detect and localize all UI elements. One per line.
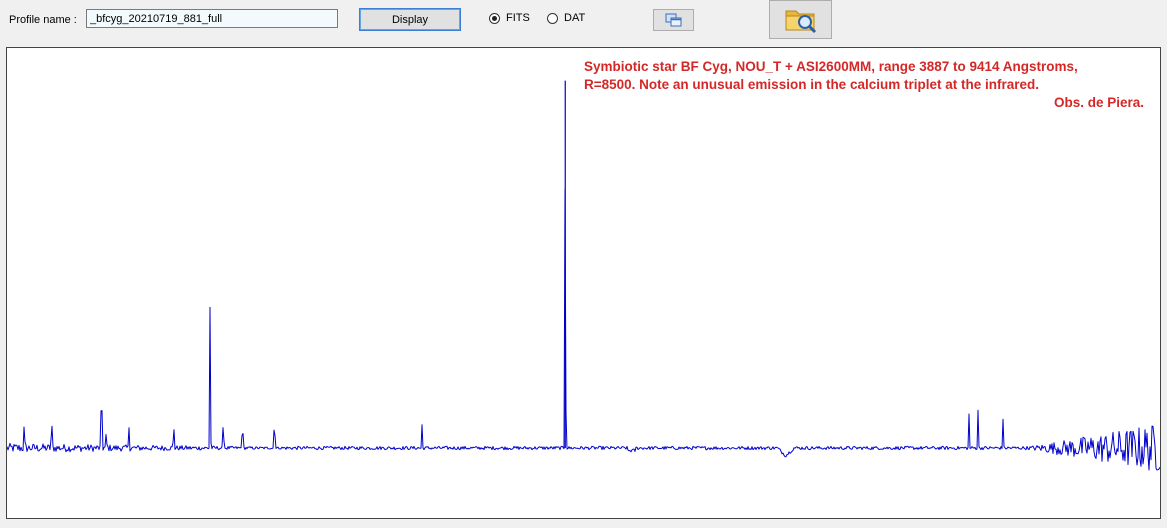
radio-dat-label: DAT [564,12,586,24]
copy-windows-icon [665,13,681,27]
profile-name-label: Profile name : [9,14,77,26]
radio-fits-dot[interactable] [489,12,500,24]
radio-fits[interactable]: FITS [489,12,530,24]
open-folder-button[interactable] [769,0,832,39]
annotation-line-3: Obs. de Piera. [1053,95,1144,110]
display-button[interactable]: Display [359,8,461,31]
folder-search-icon [785,10,816,33]
profile-name-input[interactable] [86,9,338,28]
radio-fits-label: FITS [506,12,530,24]
spectrum-plot: Symbiotic star BF Cyg, NOU_T + ASI2600MM… [6,47,1161,519]
radio-dat[interactable]: DAT [547,12,585,24]
annotation-text: Symbiotic star BF Cyg, NOU_T + ASI2600MM… [584,58,1144,112]
annotation-line-2: R=8500. Note an unusual emission in the … [584,77,1039,92]
annotation-line-1: Symbiotic star BF Cyg, NOU_T + ASI2600MM… [584,59,1078,74]
toolbar: Profile name : Display FITS DAT [0,0,1167,42]
radio-dat-dot[interactable] [547,12,558,24]
spectrum-chart [7,80,1160,471]
copy-button[interactable] [653,9,694,31]
spectrum-series-line [7,188,1160,471]
